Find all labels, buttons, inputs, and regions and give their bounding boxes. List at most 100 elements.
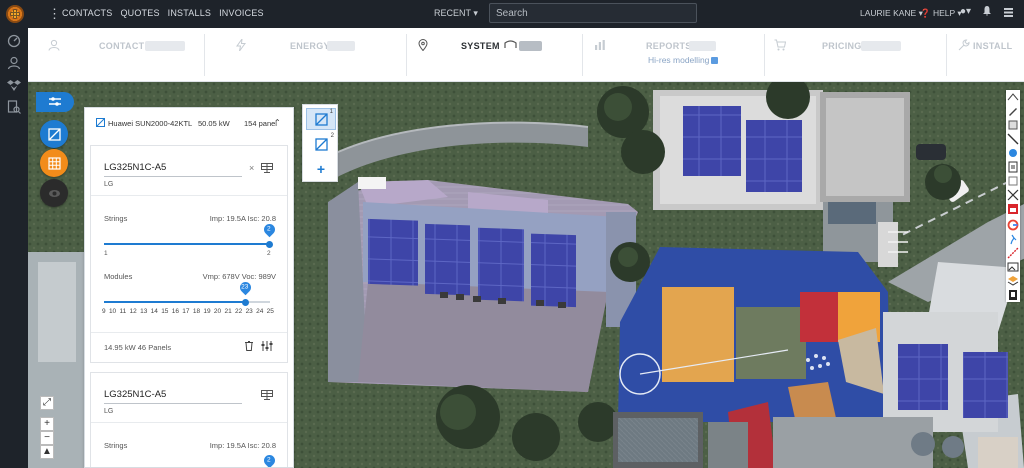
drawing-toolbar (1006, 90, 1020, 302)
step-badge (861, 41, 901, 51)
satellite-map[interactable]: Huawei SUN2000-42KTL 50.05 kW 154 panel … (28, 82, 1024, 468)
top-nav: CONTACTS QUOTES INSTALLS INVOICES (62, 8, 264, 18)
zoom-in-button[interactable]: + (40, 417, 54, 431)
compass-icon[interactable]: ▲ (40, 445, 54, 459)
solar-array-icon (504, 40, 517, 48)
modules-value-bubble: 23 (237, 279, 254, 296)
layers-icon[interactable] (1007, 275, 1019, 287)
delete-icon[interactable] (1007, 203, 1019, 215)
step-reports[interactable]: REPORTS Hi-res modelling (582, 28, 764, 82)
hires-modelling-toggle[interactable]: Hi-res modelling (648, 55, 719, 65)
kebab-menu-icon[interactable]: ⋮ (48, 6, 61, 22)
tune-icon[interactable] (261, 341, 273, 351)
checkbox-icon[interactable] (711, 57, 719, 64)
close-icon[interactable] (1007, 189, 1019, 201)
pencil-icon[interactable] (1007, 105, 1019, 117)
module-table-icon[interactable] (261, 390, 273, 400)
tree-icon[interactable] (1007, 119, 1019, 131)
zoom-out-button[interactable]: − (40, 431, 54, 445)
export-icon[interactable] (1007, 289, 1019, 301)
eye-icon (48, 189, 60, 197)
user-icon[interactable] (7, 56, 21, 70)
divider (91, 195, 287, 196)
map-settings-toggle[interactable] (36, 92, 74, 112)
roof-icon[interactable] (1007, 91, 1019, 103)
step-contact[interactable]: CONTACT (28, 28, 204, 82)
document-icon[interactable] (1007, 161, 1019, 173)
chevron-up-icon[interactable]: ⌃ (274, 118, 281, 127)
line-icon[interactable] (1007, 133, 1019, 145)
strings-slider-handle[interactable] (266, 240, 273, 248)
list-menu-icon[interactable] (1004, 8, 1013, 17)
solar-panel-icon (314, 137, 328, 151)
solar-panel-icon (47, 127, 61, 141)
solar-panel-icon (314, 112, 328, 126)
help-menu[interactable]: ❓ HELP ▾ (920, 8, 962, 19)
step-badge (327, 41, 355, 51)
string-summary: 14.95 kW 46 Panels (104, 343, 172, 352)
step-system[interactable]: SYSTEM (406, 28, 582, 82)
recent-dropdown[interactable]: RECENT ▾ (434, 8, 478, 19)
dashboard-icon[interactable] (7, 34, 21, 48)
wrench-icon (958, 39, 970, 51)
step-energy[interactable]: ENERGY (204, 28, 406, 82)
inverter-header[interactable]: Huawei SUN2000-42KTL 50.05 kW 154 panel … (85, 108, 293, 136)
inverter-icon (96, 118, 105, 127)
strings-info: Imp: 19.5A Isc: 20.8 (209, 441, 276, 450)
left-rail (0, 28, 28, 468)
module-field[interactable]: LG325N1C-A5 (104, 389, 242, 404)
obstruction-icon[interactable] (1007, 175, 1019, 187)
step-install[interactable]: INSTALL (946, 28, 1024, 82)
module-table-icon[interactable] (261, 163, 273, 173)
nav-quotes[interactable]: QUOTES (120, 8, 159, 18)
sliders-icon (49, 97, 61, 106)
system-design-panel: Huawei SUN2000-42KTL 50.05 kW 154 panel … (84, 107, 294, 468)
strings-max: 2 (267, 250, 271, 257)
clear-icon[interactable]: × (249, 163, 254, 173)
cart-icon (774, 39, 786, 51)
measure-icon[interactable] (1007, 147, 1019, 159)
person-icon (48, 39, 60, 51)
modules-label: Modules (104, 272, 133, 281)
strings-info: Imp: 19.5A Isc: 20.8 (209, 214, 276, 223)
modules-slider-fill (104, 301, 246, 303)
nav-invoices[interactable]: INVOICES (219, 8, 264, 18)
divider (91, 332, 287, 333)
top-bar: ⋮ CONTACTS QUOTES INSTALLS INVOICES RECE… (0, 0, 1024, 28)
lightning-icon (236, 39, 246, 51)
grid-icon (47, 156, 61, 170)
step-badge (689, 41, 716, 51)
modules-slider-handle[interactable] (242, 298, 249, 306)
nav-installs[interactable]: INSTALLS (168, 8, 211, 18)
dropbox-icon[interactable] (7, 78, 21, 92)
grid-layout-button[interactable] (40, 149, 68, 177)
shading-button[interactable] (40, 179, 68, 207)
strings-value-bubble: 2 (261, 452, 278, 467)
string-route-icon[interactable] (1007, 247, 1019, 259)
panel-layout-button[interactable] (40, 120, 68, 148)
modules-info: Vmp: 678V Voc: 989V (202, 272, 276, 281)
user-menu[interactable]: LAURIE KANE ▾ (860, 8, 923, 19)
array-1-button[interactable]: 1 (306, 108, 336, 130)
array-2-button[interactable]: 2 (306, 133, 336, 155)
search-input[interactable] (489, 3, 697, 23)
array-selector: 1 2 + (302, 104, 338, 182)
fullscreen-icon[interactable]: ⤢ (40, 396, 54, 410)
app-logo[interactable] (6, 5, 24, 23)
image-icon[interactable] (1007, 261, 1019, 273)
module-field[interactable]: LG325N1C-A5 (104, 162, 242, 177)
nav-contacts[interactable]: CONTACTS (62, 8, 112, 18)
step-pricing[interactable]: PRICING (764, 28, 946, 82)
strings-min: 1 (104, 250, 108, 257)
document-search-icon[interactable] (7, 100, 21, 114)
google-icon[interactable] (1007, 219, 1019, 231)
strings-value-bubble: 2 (261, 221, 278, 238)
trash-icon[interactable] (245, 341, 253, 351)
add-array-button[interactable]: + (306, 160, 336, 180)
divider (91, 422, 287, 423)
globe-icon[interactable]: ●▾ (960, 6, 971, 17)
modules-ticks: 9 10 11 12 13 14 15 16 17 18 19 20 21 22… (102, 308, 274, 315)
strings-label: Strings (104, 214, 128, 223)
bell-icon[interactable] (983, 6, 991, 16)
walk-icon[interactable] (1007, 233, 1019, 245)
